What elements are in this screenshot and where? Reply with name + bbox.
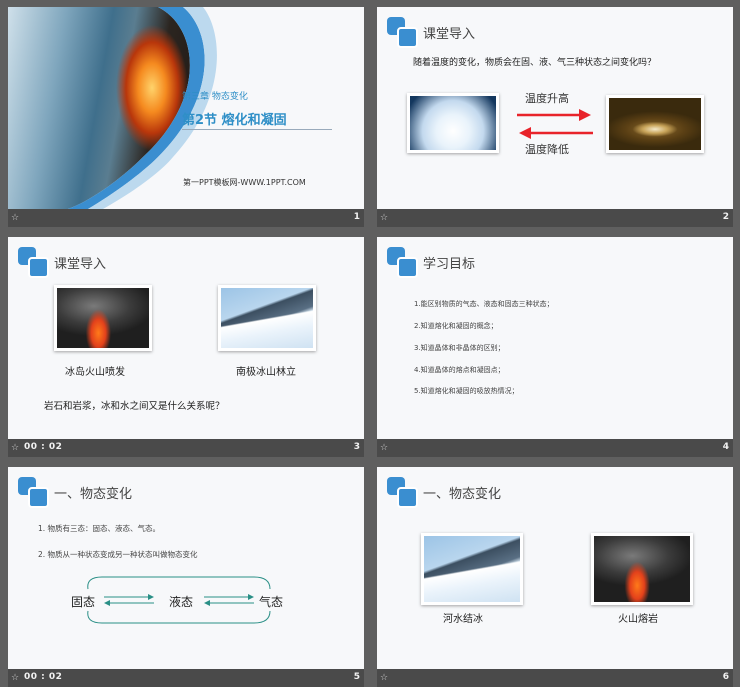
learning-goal: 5.知道熔化和凝固的吸放热情况； (414, 387, 519, 395)
learning-goal: 2.知道熔化和凝固的概念； (414, 322, 498, 330)
slide-canvas: 课堂导入 随着温度的变化，物质会在固、液、气三种状态之间变化吗？ 温度升高 温度… (377, 7, 733, 209)
slide-number: 4 (722, 442, 729, 452)
star-icon[interactable]: ☆ (11, 213, 19, 223)
lead-question: 随着温度的变化，物质会在固、液、气三种状态之间变化吗？ (413, 58, 657, 68)
star-icon[interactable]: ☆ (380, 673, 388, 683)
star-icon[interactable]: ☆ (11, 673, 19, 683)
slide-thumbnail-2[interactable]: 课堂导入 随着温度的变化，物质会在固、液、气三种状态之间变化吗？ 温度升高 温度… (377, 7, 733, 227)
slide-title: 学习目标 (423, 257, 476, 272)
water-ripple-image (606, 95, 704, 153)
section-title: 第2节 熔化和凝固 (182, 113, 287, 128)
slide-canvas: 第三章 物态变化 第2节 熔化和凝固 第一PPT模板网-WWW.1PPT.COM (8, 7, 364, 209)
slide-number: 6 (722, 672, 729, 682)
temperature-rise-label: 温度升高 (525, 92, 569, 105)
star-icon[interactable]: ☆ (380, 443, 388, 453)
slide-canvas: 学习目标 1.能区别物质的气态、液态和固态三种状态； 2.知道熔化和凝固的概念；… (377, 237, 733, 439)
caption-lava: 火山熔岩 (618, 614, 658, 625)
ice-crystals-image (407, 93, 499, 153)
slide-status-bar: ☆ 00 : 02 3 (8, 439, 364, 457)
star-icon[interactable]: ☆ (380, 213, 388, 223)
title-underline (182, 129, 332, 130)
state-solid: 固态 (71, 595, 96, 609)
slide-status-bar: ☆ 1 (8, 209, 364, 227)
slide-timing: 00 : 02 (24, 442, 63, 452)
chapter-label: 第三章 物态变化 (182, 92, 248, 102)
learning-goal: 3.知道晶体和非晶体的区别； (414, 344, 505, 352)
slide-thumbnail-6[interactable]: 一、物态变化 河水结冰 火山熔岩 ☆ 6 (377, 467, 733, 687)
section-logo-icon (18, 247, 49, 278)
slide-number: 5 (353, 672, 360, 682)
slide-thumbnail-5[interactable]: 一、物态变化 1. 物质有三态：固态、液态、气态。 2. 物质从一种状态变成另一… (8, 467, 364, 687)
section-logo-icon (387, 477, 418, 508)
learning-goal: 1.能区别物质的气态、液态和固态三种状态； (414, 300, 554, 308)
section-logo-icon (387, 247, 418, 278)
slide-title: 课堂导入 (423, 27, 476, 42)
slide-status-bar: ☆ 2 (377, 209, 733, 227)
volcanic-lava-image (591, 533, 693, 605)
temperature-drop-label: 温度降低 (525, 143, 569, 156)
list-item: 2. 物质从一种状态变成另一种状态叫做物态变化 (38, 550, 198, 559)
state-gas: 气态 (259, 595, 284, 609)
slide-canvas: 课堂导入 冰岛火山喷发 南极冰山林立 岩石和岩浆，冰和水之间又是什么关系呢？ (8, 237, 364, 439)
slide-thumbnail-4[interactable]: 学习目标 1.能区别物质的气态、液态和固态三种状态； 2.知道熔化和凝固的概念；… (377, 237, 733, 457)
slide-number: 3 (353, 442, 360, 452)
slide-status-bar: ☆ 6 (377, 669, 733, 687)
slide-canvas: 一、物态变化 1. 物质有三态：固态、液态、气态。 2. 物质从一种状态变成另一… (8, 467, 364, 669)
volcano-eruption-image (54, 285, 152, 351)
lead-question: 岩石和岩浆，冰和水之间又是什么关系呢？ (44, 401, 225, 412)
section-logo-icon (387, 17, 418, 48)
caption-volcano: 冰岛火山喷发 (65, 367, 125, 378)
state-liquid: 液态 (169, 595, 194, 609)
learning-goal: 4.知道晶体的熔点和凝固点； (414, 366, 505, 374)
slide-status-bar: ☆ 4 (377, 439, 733, 457)
slide-number: 2 (722, 212, 729, 222)
slide-title: 一、物态变化 (423, 487, 502, 502)
slide-canvas: 一、物态变化 河水结冰 火山熔岩 (377, 467, 733, 669)
slide-thumbnail-3[interactable]: 课堂导入 冰岛火山喷发 南极冰山林立 岩石和岩浆，冰和水之间又是什么关系呢？ ☆… (8, 237, 364, 457)
star-icon[interactable]: ☆ (11, 443, 19, 453)
frozen-river-image (421, 533, 523, 605)
slide-thumbnail-1[interactable]: 第三章 物态变化 第2节 熔化和凝固 第一PPT模板网-WWW.1PPT.COM… (8, 7, 364, 227)
caption-frozen-river: 河水结冰 (443, 614, 483, 625)
antarctic-iceberg-image (218, 285, 316, 351)
slide-number: 1 (353, 212, 360, 222)
left-arrow-icon (519, 127, 593, 139)
slide-status-bar: ☆ 00 : 02 5 (8, 669, 364, 687)
section-logo-icon (18, 477, 49, 508)
site-credit: 第一PPT模板网-WWW.1PPT.COM (183, 178, 306, 187)
list-item: 1. 物质有三态：固态、液态、气态。 (38, 524, 161, 533)
caption-iceberg: 南极冰山林立 (236, 367, 296, 378)
slide-title: 一、物态变化 (54, 487, 133, 502)
slide-timing: 00 : 02 (24, 672, 63, 682)
slide-title: 课堂导入 (54, 257, 107, 272)
right-arrow-icon (517, 109, 591, 121)
